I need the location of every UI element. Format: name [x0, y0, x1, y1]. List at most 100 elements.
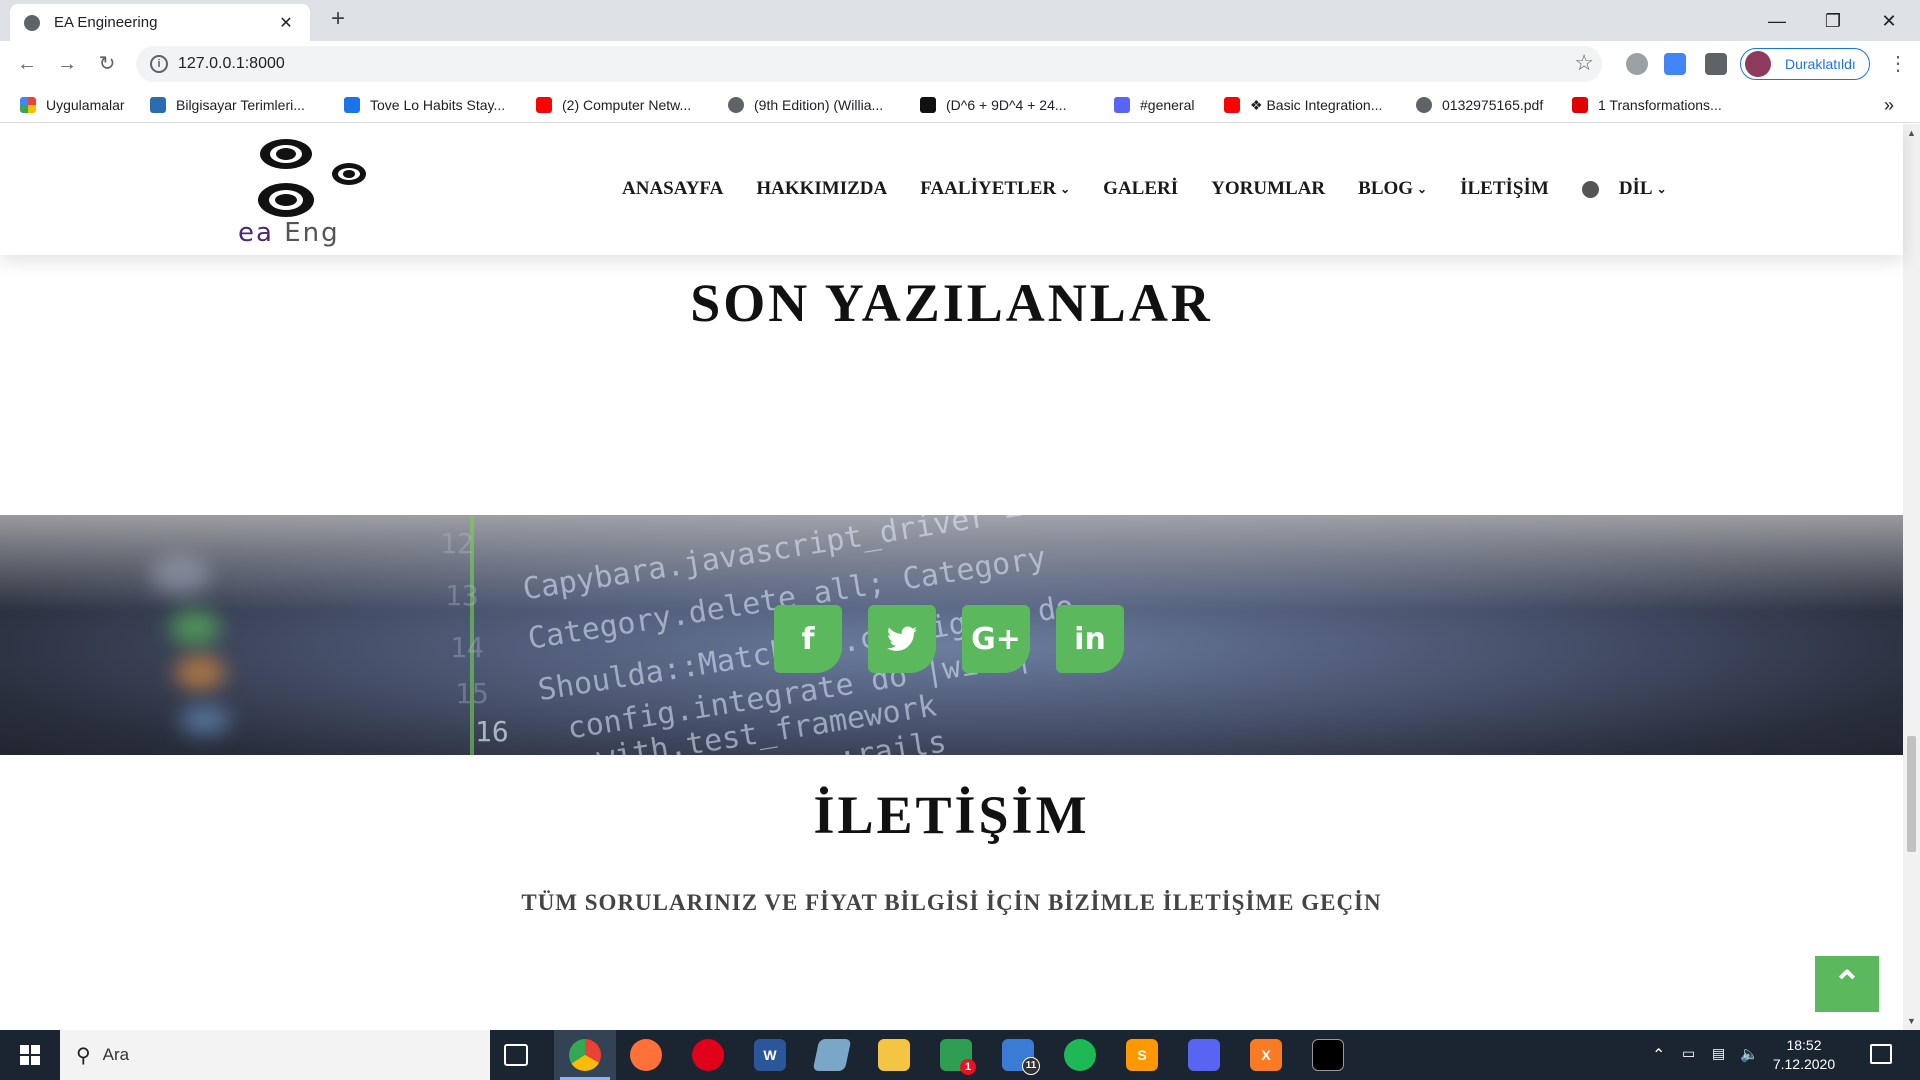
- bookmark-item[interactable]: (2) Computer Netw...: [536, 95, 691, 115]
- youtube-icon: [1224, 97, 1240, 113]
- firefox-icon[interactable]: [630, 1039, 662, 1071]
- bookmark-label: (D^6 + 9D^4 + 24...: [946, 97, 1067, 113]
- nav-galeri[interactable]: GALERİ: [1103, 178, 1178, 200]
- puzzle-extensions-icon[interactable]: [1705, 53, 1727, 75]
- start-button[interactable]: [0, 1030, 60, 1080]
- battery-icon[interactable]: ▭: [1682, 1045, 1695, 1062]
- taskbar-search[interactable]: ⚲ Ara: [60, 1030, 490, 1080]
- youtube-icon: [536, 97, 552, 113]
- twitter-button[interactable]: [868, 605, 936, 673]
- bookmark-item[interactable]: 1 Transformations...: [1572, 95, 1722, 115]
- linkedin-icon: in: [1074, 621, 1106, 657]
- nav-yorumlar[interactable]: YORUMLAR: [1211, 178, 1325, 200]
- url-text: 127.0.0.1:8000: [178, 55, 285, 72]
- bookmark-item[interactable]: #general: [1114, 95, 1195, 115]
- sublime-text-icon[interactable]: S: [1126, 1039, 1158, 1071]
- minimize-button[interactable]: —: [1754, 6, 1800, 36]
- bookmark-star-icon[interactable]: ☆: [1574, 50, 1594, 76]
- bookmarks-bar: Uygulamalar Bilgisayar Terimleri... Tove…: [0, 87, 1920, 123]
- task-view-icon[interactable]: [504, 1044, 528, 1066]
- bookmark-favicon-icon: [344, 97, 360, 113]
- globe-icon: [728, 97, 744, 113]
- whatsapp-icon[interactable]: 1: [940, 1039, 976, 1075]
- background-blur: [150, 555, 210, 595]
- social-banner: 12 13 14 15 16 Capybara.javascript_drive…: [0, 515, 1903, 755]
- browser-toolbar: ← → ↻ i 127.0.0.1:8000 ☆ Duraklatıldı ⋮: [0, 41, 1920, 87]
- facebook-button[interactable]: f: [774, 605, 842, 673]
- nav-anasayfa[interactable]: ANASAYFA: [622, 178, 723, 200]
- chrome-icon[interactable]: [569, 1039, 601, 1071]
- nav-blog[interactable]: BLOG ⌄: [1358, 178, 1427, 200]
- nav-faaliyetler[interactable]: FAALİYETLER ⌄: [920, 178, 1070, 200]
- back-button[interactable]: ←: [12, 49, 42, 79]
- notification-center-icon[interactable]: [1870, 1044, 1892, 1064]
- social-links: f G+ in: [774, 605, 1150, 673]
- address-bar[interactable]: i 127.0.0.1:8000 ☆: [136, 46, 1602, 82]
- bookmark-item[interactable]: ❖ Basic Integration...: [1224, 95, 1382, 115]
- nav-label: İLETİŞİM: [1460, 178, 1549, 199]
- taskbar-clock[interactable]: 18:52 7.12.2020: [1766, 1036, 1842, 1074]
- page-viewport: ea Eng ANASAYFA HAKKIMIZDA FAALİYETLER ⌄ …: [0, 124, 1920, 1030]
- app-icon[interactable]: [812, 1039, 852, 1071]
- translate-icon[interactable]: [1664, 53, 1686, 75]
- browser-tab-strip: EA Engineering ✕ + — ❐ ✕: [0, 0, 1920, 41]
- logo-ea-text: ea: [238, 218, 274, 248]
- profile-button[interactable]: Duraklatıldı: [1740, 48, 1870, 80]
- opera-icon[interactable]: [692, 1039, 724, 1071]
- linkedin-button[interactable]: in: [1056, 605, 1124, 673]
- volume-icon[interactable]: 🔈: [1740, 1045, 1759, 1063]
- discord-icon[interactable]: [1188, 1039, 1220, 1071]
- profile-label: Duraklatıldı: [1785, 56, 1856, 72]
- scroll-up-icon[interactable]: ▲: [1907, 128, 1916, 138]
- reload-button[interactable]: ↻: [92, 49, 122, 79]
- bookmark-item[interactable]: (D^6 + 9D^4 + 24...: [920, 95, 1067, 115]
- xampp-icon[interactable]: X: [1250, 1039, 1282, 1071]
- page-scrollbar[interactable]: ▲ ▼: [1903, 124, 1920, 1030]
- globe-icon: [1416, 97, 1432, 113]
- maximize-button[interactable]: ❐: [1810, 6, 1856, 36]
- scroll-down-icon[interactable]: ▼: [1907, 1016, 1916, 1026]
- site-logo[interactable]: ea Eng: [230, 132, 380, 248]
- chevron-down-icon: ⌄: [1656, 181, 1667, 196]
- terminal-icon[interactable]: [1312, 1039, 1344, 1071]
- browser-tab[interactable]: EA Engineering ✕: [10, 4, 310, 41]
- bookmark-item[interactable]: 0132975165.pdf: [1416, 95, 1543, 115]
- chevron-up-icon[interactable]: ⌃: [1652, 1045, 1665, 1065]
- twitter-icon: [887, 626, 917, 651]
- bookmark-item[interactable]: Bilgisayar Terimleri...: [150, 95, 305, 115]
- bookmark-favicon-icon: [150, 97, 166, 113]
- discord-icon: [1114, 97, 1130, 113]
- close-window-button[interactable]: ✕: [1866, 6, 1912, 36]
- chevron-up-icon: ⌃: [1832, 965, 1862, 1003]
- bookmark-apps[interactable]: Uygulamalar: [20, 95, 125, 115]
- extension-icon[interactable]: [1626, 53, 1648, 75]
- nav-hakkimizda[interactable]: HAKKIMIZDA: [756, 178, 887, 200]
- site-info-icon[interactable]: i: [150, 55, 168, 73]
- network-icon[interactable]: ▤: [1712, 1045, 1725, 1062]
- chevron-down-icon: ⌄: [1417, 181, 1428, 196]
- nav-language[interactable]: DİL ⌄: [1619, 178, 1667, 200]
- google-plus-button[interactable]: G+: [962, 605, 1030, 673]
- spotify-icon[interactable]: [1064, 1039, 1096, 1071]
- new-tab-button[interactable]: +: [326, 7, 350, 32]
- nav-label: BLOG: [1358, 178, 1414, 199]
- browser-menu-icon[interactable]: ⋮: [1888, 51, 1908, 76]
- back-to-top-button[interactable]: ⌃: [1815, 956, 1879, 1012]
- contact-subtitle: TÜM SORULARINIZ VE FİYAT BİLGİSİ İÇİN Bİ…: [521, 890, 1382, 915]
- nav-label: DİL: [1618, 178, 1653, 199]
- word-icon[interactable]: W: [754, 1039, 786, 1071]
- scrollbar-thumb[interactable]: [1907, 736, 1916, 852]
- bookmark-item[interactable]: (9th Edition) (Willia...: [728, 95, 883, 115]
- bookmark-favicon-icon: [1572, 97, 1588, 113]
- bookmark-item[interactable]: Tove Lo Habits Stay...: [344, 95, 505, 115]
- mail-icon[interactable]: 11: [1002, 1039, 1040, 1075]
- bookmark-label: ❖ Basic Integration...: [1250, 96, 1383, 113]
- forward-button[interactable]: →: [52, 49, 82, 79]
- site-header: ea Eng ANASAYFA HAKKIMIZDA FAALİYETLER ⌄ …: [0, 124, 1903, 255]
- bookmarks-overflow-button[interactable]: »: [1884, 95, 1894, 115]
- nav-iletisim[interactable]: İLETİŞİM: [1460, 178, 1549, 200]
- google-plus-icon: G+: [971, 621, 1021, 657]
- close-tab-button[interactable]: ✕: [276, 13, 296, 33]
- file-explorer-icon[interactable]: [878, 1039, 910, 1071]
- tab-title: EA Engineering: [54, 14, 158, 31]
